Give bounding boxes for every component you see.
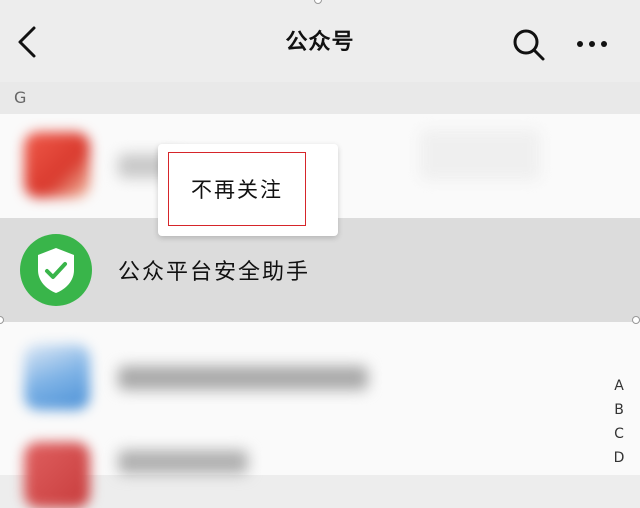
alphabet-index-bar[interactable]: A B C D [606,378,632,474]
section-header: G [0,82,640,114]
list-item[interactable] [0,430,640,508]
unfollow-menu-item[interactable]: 不再关注 [168,152,306,226]
avatar [24,344,90,410]
context-menu: 不再关注 [158,144,338,236]
search-icon[interactable] [510,26,546,62]
nav-bar: 公众号 [0,0,640,82]
blurred-name [118,366,368,390]
list-item[interactable] [0,322,640,430]
index-letter-d[interactable]: D [606,450,632,474]
avatar [24,132,90,198]
section-letter: G [14,88,27,107]
account-name: 公众平台安全助手 [118,260,311,285]
index-letter-c[interactable]: C [606,426,632,450]
blurred-decoration [420,130,540,180]
index-letter-a[interactable]: A [606,378,632,402]
shield-check-icon [38,248,74,293]
more-icon[interactable] [574,34,610,54]
avatar [24,442,90,508]
index-letter-b[interactable]: B [606,402,632,426]
app-screen: 公众号 G 公众平台安全助手 不再关注 A B C D [0,0,640,508]
blurred-name [118,450,248,474]
resize-handle[interactable] [632,316,640,324]
avatar [20,234,92,306]
